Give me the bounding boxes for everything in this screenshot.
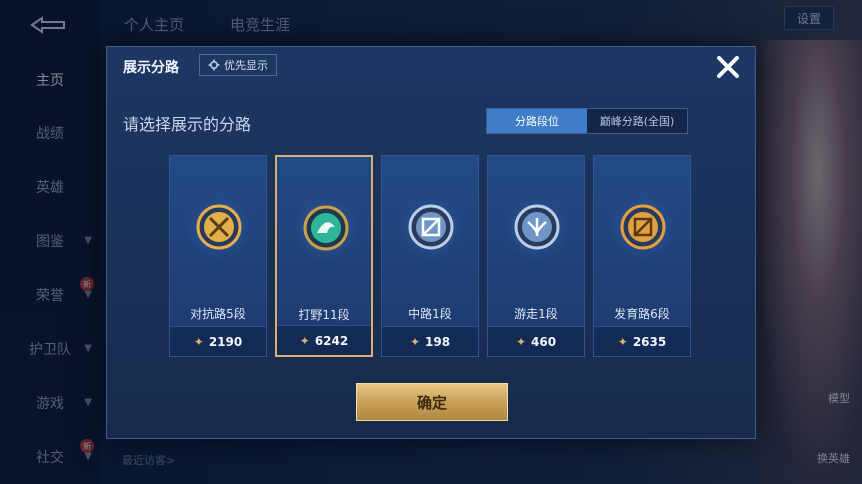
peak-points-icon: ✦ bbox=[515, 334, 526, 349]
lane-rank-label: 对抗路5段 bbox=[190, 307, 246, 321]
lane-rank-label: 中路1段 bbox=[408, 307, 452, 321]
priority-display-button[interactable]: 优先显示 bbox=[199, 54, 277, 76]
lane-score: ✦ 2635 bbox=[594, 326, 690, 356]
lane-rank-label: 发育路6段 bbox=[614, 307, 670, 321]
lane-score: ✦ 2190 bbox=[170, 326, 266, 356]
tab-peak-lane[interactable]: 巅峰分路(全国) bbox=[587, 109, 687, 133]
peak-points-icon: ✦ bbox=[617, 334, 628, 349]
dialog-header: 展示分路 优先显示 bbox=[107, 47, 755, 85]
lane-rank-label: 打野11段 bbox=[298, 308, 350, 322]
lane-card-mid[interactable]: 中路1段 ✦ 198 bbox=[381, 155, 479, 357]
close-icon bbox=[717, 56, 739, 78]
lane-card-farm[interactable]: 发育路6段 ✦ 2635 bbox=[593, 155, 691, 357]
mid-lane-badge-icon bbox=[408, 204, 454, 250]
dialog-subtitle: 请选择展示的分路 bbox=[123, 115, 252, 134]
jungle-badge-icon bbox=[303, 205, 349, 251]
gear-icon bbox=[208, 59, 220, 71]
lane-rank-label: 游走1段 bbox=[514, 307, 558, 321]
peak-points-icon: ✦ bbox=[409, 334, 420, 349]
peak-points-icon: ✦ bbox=[299, 333, 310, 348]
tab-lane-rank[interactable]: 分路段位 bbox=[487, 109, 587, 133]
peak-points-icon: ✦ bbox=[193, 334, 204, 349]
roam-badge-icon bbox=[514, 204, 560, 250]
dialog-title: 展示分路 bbox=[123, 60, 179, 76]
lane-card-clash[interactable]: 对抗路5段 ✦ 2190 bbox=[169, 155, 267, 357]
lane-tab-switcher: 分路段位 巅峰分路(全国) bbox=[486, 108, 688, 134]
lane-score: ✦ 460 bbox=[488, 326, 584, 356]
lane-score: ✦ 198 bbox=[382, 326, 478, 356]
farm-lane-badge-icon bbox=[620, 204, 666, 250]
lane-card-roam[interactable]: 游走1段 ✦ 460 bbox=[487, 155, 585, 357]
lane-card-jungle[interactable]: 打野11段 ✦ 6242 bbox=[275, 155, 373, 357]
close-button[interactable] bbox=[713, 52, 743, 82]
lane-display-dialog: 展示分路 优先显示 请选择展示的分路 分路段位 巅峰分路(全国) 对抗路5段 ✦… bbox=[106, 46, 756, 439]
clash-lane-badge-icon bbox=[196, 204, 242, 250]
lane-score: ✦ 6242 bbox=[277, 325, 371, 355]
confirm-button[interactable]: 确定 bbox=[356, 383, 508, 421]
